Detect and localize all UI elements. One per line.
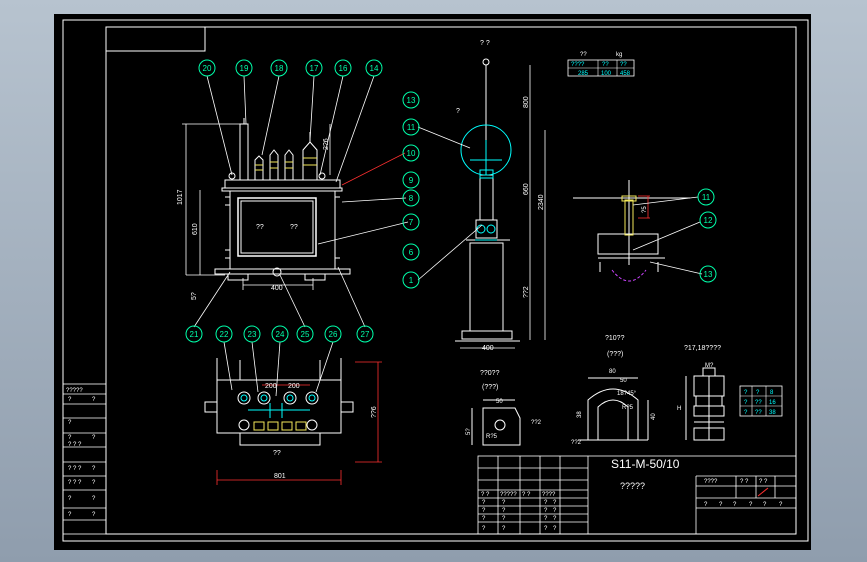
- bracket-r: R?5: [486, 434, 498, 440]
- top-label: ??: [273, 450, 281, 457]
- saddle-h: 38: [577, 411, 583, 418]
- title-lh-1: ?????: [500, 492, 517, 498]
- saddle-w2: 50: [620, 378, 627, 384]
- bracket-title: ??0??: [480, 370, 500, 377]
- weight-col-1: ????: [571, 62, 585, 68]
- sidebar-r5-a: ? ? ?: [68, 480, 82, 486]
- weight-col-3: ??: [620, 62, 627, 68]
- detail-dim-label: ?5: [642, 206, 648, 213]
- sidebar-heading: ?????: [66, 388, 83, 394]
- saddle-h2: 40: [651, 413, 657, 420]
- title-rh-1: ? ?: [740, 479, 749, 485]
- balloon-13: 13: [407, 96, 416, 105]
- saddle-title: ?10??: [605, 335, 625, 342]
- weight-header: ??: [580, 52, 587, 58]
- balloon-20: 20: [203, 64, 212, 73]
- weight-val-1: 285: [578, 71, 589, 77]
- bracket-d: ??2: [531, 420, 542, 426]
- bracket-sub: (???): [482, 384, 498, 391]
- balloon-22: 22: [220, 330, 229, 339]
- pole-d-label: ??2: [523, 286, 530, 298]
- sidebar-r4-a: ? ? ?: [68, 466, 82, 472]
- front-label-b: ??: [290, 224, 298, 231]
- title-lh-0: ? ?: [481, 492, 490, 498]
- balloon-9: 9: [409, 176, 414, 185]
- top-d2-label: 200: [288, 383, 300, 390]
- front-width-label: 400: [271, 285, 283, 292]
- title-subtitle: ?????: [620, 481, 645, 491]
- balloon-1: 1: [409, 276, 414, 285]
- balloon-r11: 11: [702, 193, 711, 202]
- bolt-h: H: [677, 406, 681, 412]
- balloon-14: 14: [370, 64, 379, 73]
- title-lh-3: ????: [542, 492, 556, 498]
- balloon-19: 19: [240, 64, 249, 73]
- balloon-r13: 13: [704, 270, 713, 279]
- balloon-10: 10: [407, 149, 416, 158]
- drawing-sheet: [54, 14, 811, 550]
- bolt-cell-2-2: 38: [769, 410, 776, 416]
- saddle-r: R?5: [622, 405, 634, 411]
- front-inner-label: 610: [192, 223, 199, 235]
- bracket-w: 50: [496, 399, 503, 405]
- balloon-26: 26: [329, 330, 338, 339]
- top-h-label: ??6: [371, 406, 378, 418]
- balloon-18: 18: [275, 64, 284, 73]
- saddle-chamfer: 18?45°: [617, 391, 637, 397]
- bolt-cell-1-2: 16: [769, 400, 776, 406]
- balloon-11: 11: [407, 123, 416, 132]
- title-model: S11-M-50/10: [611, 457, 680, 471]
- saddle-sub: (???): [607, 351, 623, 358]
- bolt-m: M?: [705, 363, 714, 369]
- front-label-a: ??: [256, 224, 264, 231]
- pole-b-label: 660: [523, 183, 530, 195]
- pole-c-label: 2340: [538, 194, 545, 210]
- cad-drawing-canvas: 1017 610 2?6 5? 400 ?? ?? ? ? ? 800 660 …: [54, 14, 811, 550]
- balloon-25: 25: [301, 330, 310, 339]
- balloon-23: 23: [248, 330, 257, 339]
- front-base-label: 5?: [191, 292, 198, 300]
- pole-width-label: 400: [482, 345, 494, 352]
- top-width-label: 801: [274, 473, 286, 480]
- weight-unit: kg: [616, 52, 622, 58]
- title-rh-2: ? ?: [759, 479, 768, 485]
- saddle-d: ??2: [571, 440, 582, 446]
- bolt-title: ?17,18????: [684, 345, 721, 352]
- saddle-w: 80: [609, 369, 616, 375]
- balloon-7: 7: [409, 218, 414, 227]
- bolt-cell-2-1: ??: [755, 410, 762, 416]
- balloon-27: 27: [361, 330, 370, 339]
- sidebar-r3-a: ? ? ?: [68, 442, 82, 448]
- bolt-cell-1-1: ??: [755, 400, 762, 406]
- title-lh-2: ? ?: [522, 492, 531, 498]
- balloon-21: 21: [190, 330, 199, 339]
- front-height-label: 1017: [177, 189, 184, 205]
- balloon-17: 17: [310, 64, 319, 73]
- bracket-h: 5?: [466, 428, 472, 435]
- balloon-6: 6: [409, 248, 414, 257]
- title-rh-0: ????: [704, 479, 718, 485]
- pole-note: ?: [456, 108, 460, 115]
- weight-col-2: ??: [602, 62, 609, 68]
- balloon-16: 16: [339, 64, 348, 73]
- pole-top-label: ? ?: [480, 40, 490, 47]
- pole-a-label: 800: [523, 96, 530, 108]
- weight-val-2: 100: [601, 71, 612, 77]
- balloon-r12: 12: [704, 216, 713, 225]
- weight-val-3: 458: [620, 71, 631, 77]
- balloon-8: 8: [409, 194, 414, 203]
- balloon-24: 24: [276, 330, 285, 339]
- top-d1-label: 200: [265, 383, 277, 390]
